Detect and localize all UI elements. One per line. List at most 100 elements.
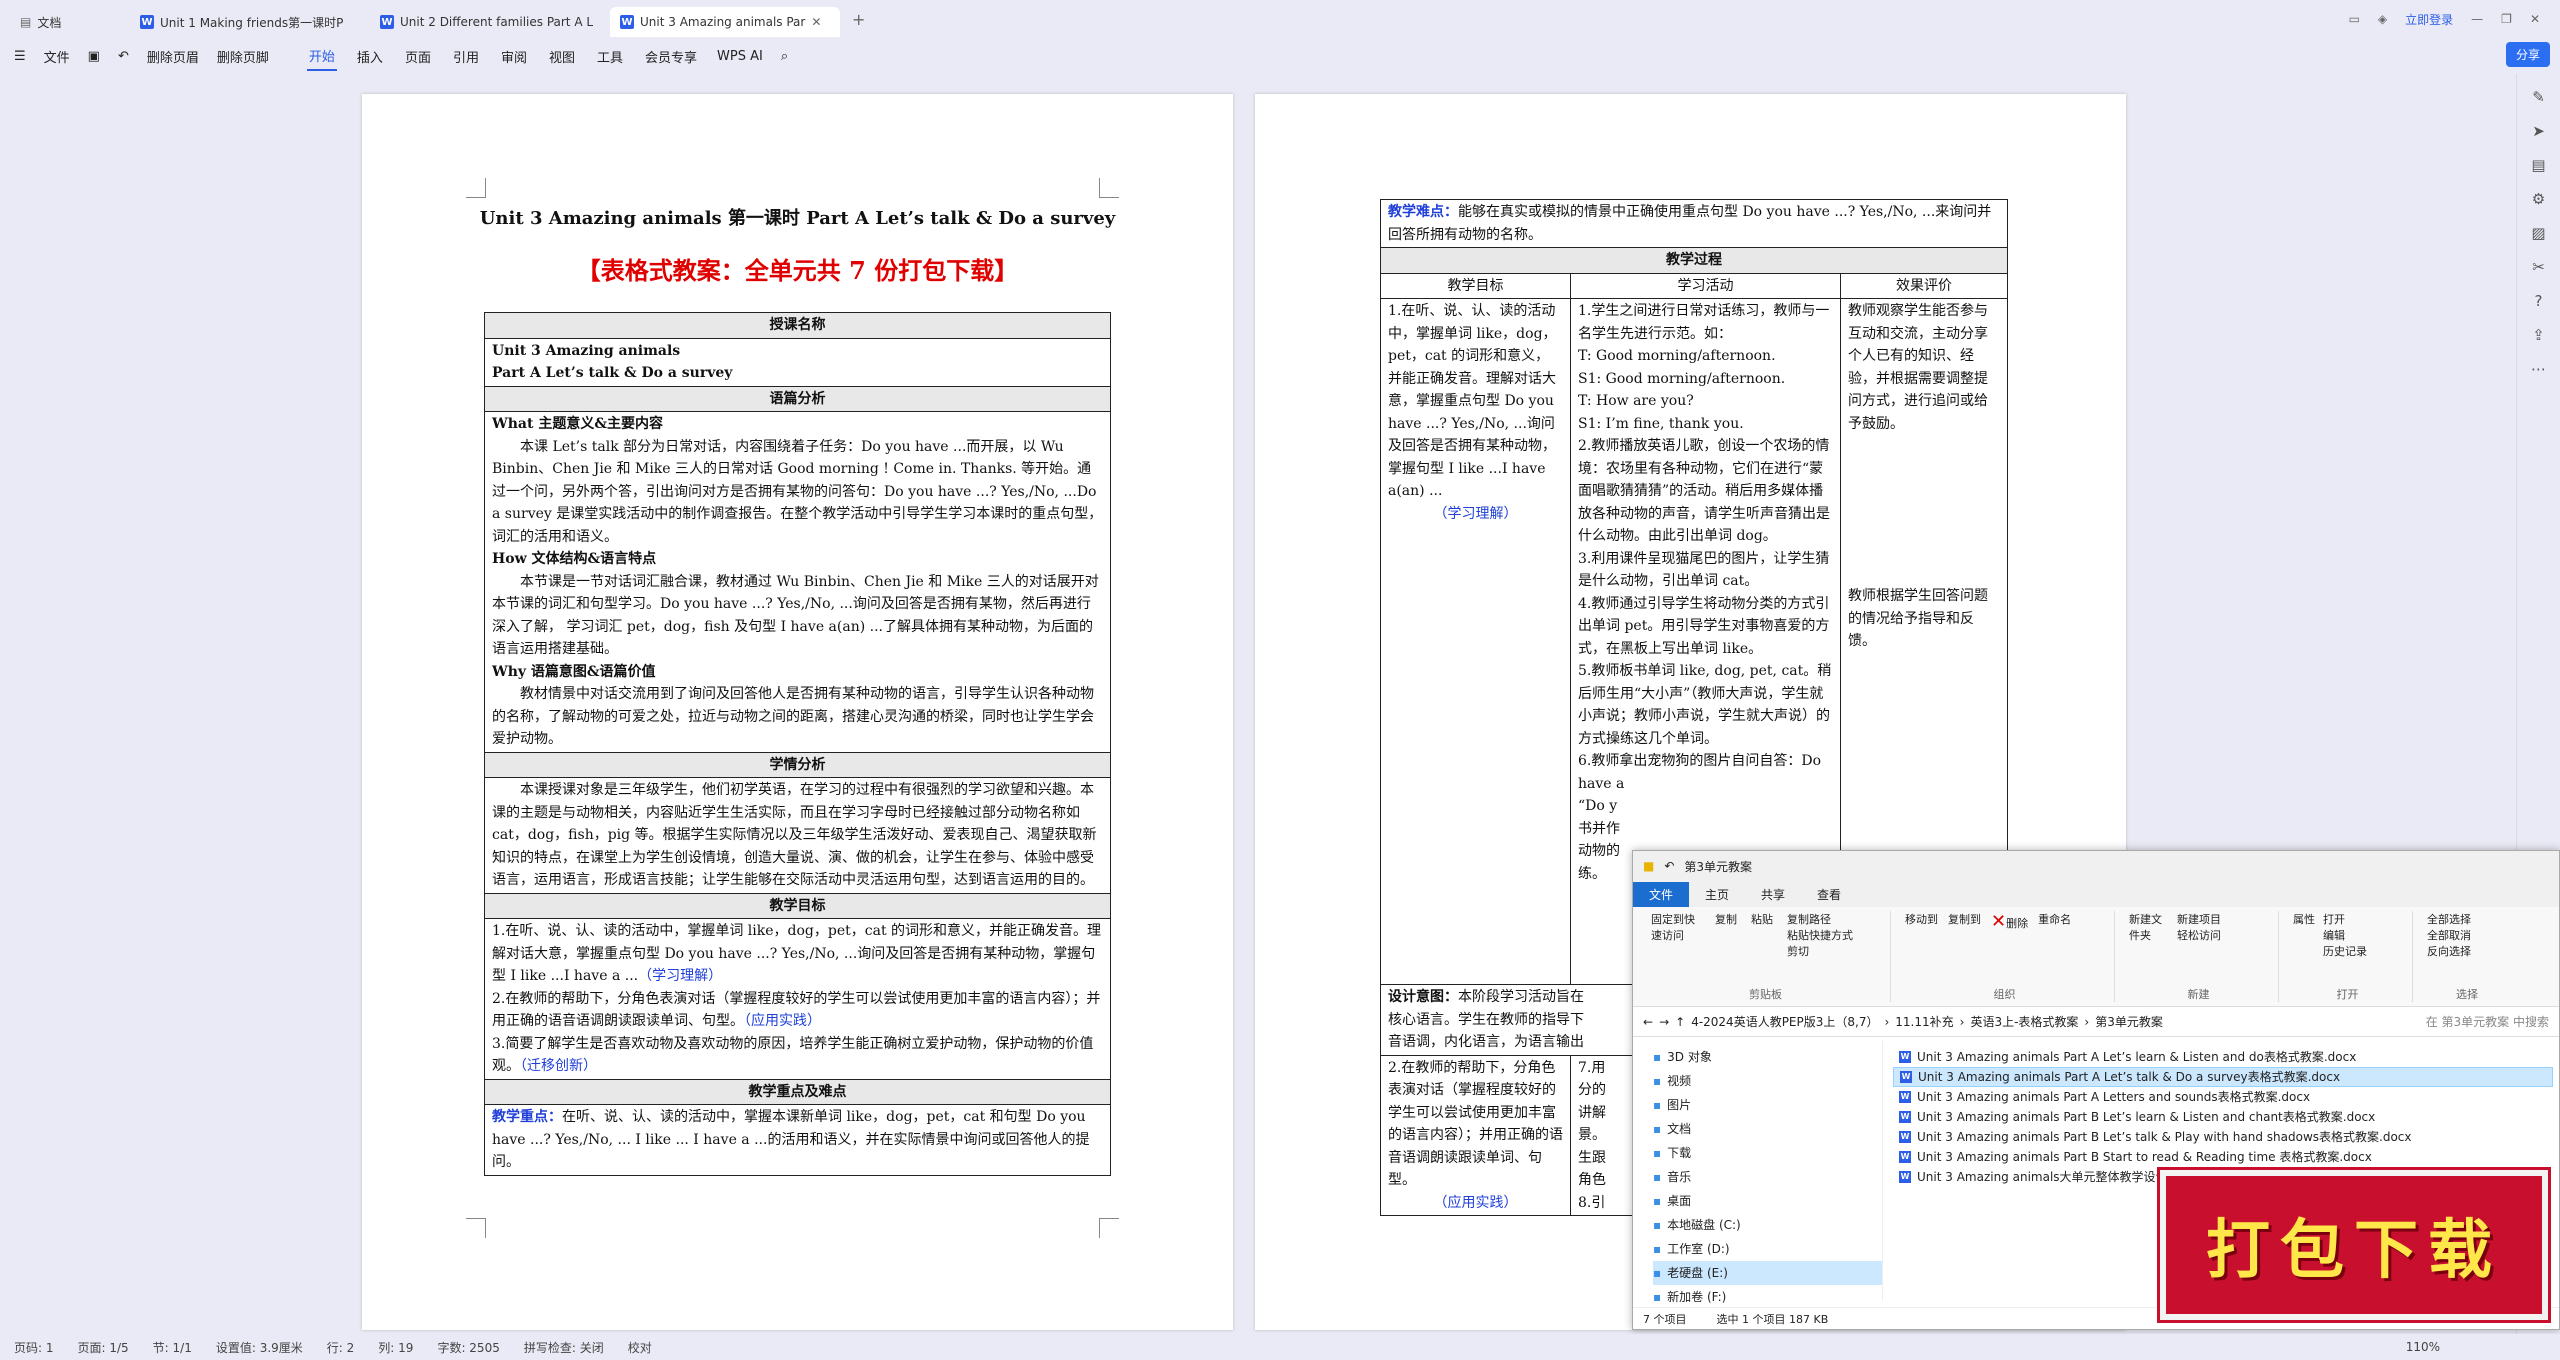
status-proof[interactable]: 校对	[628, 1339, 652, 1356]
delete-button[interactable]: ✕删除	[1991, 911, 2028, 932]
file-row[interactable]: W Unit 3 Amazing animals Part A Letters a…	[1893, 1087, 2553, 1107]
edit-button[interactable]: 编辑	[2323, 927, 2367, 943]
select-none-button[interactable]: 全部取消	[2427, 927, 2507, 943]
menu-view[interactable]: 视图	[547, 43, 577, 70]
rename-button[interactable]: 重命名	[2038, 911, 2071, 932]
nav-item[interactable]: ▪ 视频	[1653, 1069, 1882, 1093]
copy-path-button[interactable]: 复制路径	[1787, 911, 1853, 927]
back-icon[interactable]: ←	[1643, 1015, 1653, 1029]
share-button[interactable]: 分享	[2505, 42, 2550, 67]
difficulty-label: 教学难点：	[1388, 204, 1458, 220]
tab-file[interactable]: 文件	[1633, 881, 1690, 907]
new-folder-button[interactable]: 新建文件夹	[2129, 911, 2169, 943]
select-all-button[interactable]: 全部选择	[2427, 911, 2507, 927]
crumb[interactable]: 11.11补充	[1895, 1013, 1953, 1030]
more-icon[interactable]: ⋯	[2529, 360, 2549, 380]
tab-view[interactable]: 查看	[1801, 882, 1857, 907]
address-bar[interactable]: ← → ↑ 4-2024英语人教PEP版3上（8,7） › 11.11补充 › 英语…	[1633, 1007, 2559, 1037]
menu-member[interactable]: 会员专享	[643, 43, 699, 70]
new-tab-icon[interactable]: +	[852, 10, 865, 29]
tools-icon[interactable]: ✂	[2529, 258, 2549, 278]
crumb[interactable]: 第3单元教案	[2095, 1013, 2163, 1030]
discourse-header: 语篇分析	[484, 385, 1111, 412]
pen-icon[interactable]: ✎	[2529, 88, 2549, 108]
tab-docs[interactable]: ▤ 文档	[10, 7, 130, 37]
paste-shortcut-button[interactable]: 粘贴快捷方式	[1787, 927, 1853, 943]
minimize-icon[interactable]: —	[2471, 12, 2483, 26]
history-button[interactable]: 历史记录	[2323, 943, 2367, 959]
menu-icon[interactable]: ☰	[14, 49, 26, 64]
nav-item[interactable]: ▪ 文档	[1653, 1117, 1882, 1141]
nav-item[interactable]: ▪ 图片	[1653, 1093, 1882, 1117]
file-row[interactable]: W Unit 3 Amazing animals Part B Let’s tal…	[1893, 1127, 2553, 1147]
nav-item[interactable]: ▪ 老硬盘 (E:)	[1653, 1261, 1882, 1285]
status-spell[interactable]: 拼写检查: 关闭	[524, 1339, 604, 1356]
copy-to-button[interactable]: 复制到	[1948, 911, 1981, 932]
search-icon[interactable]: ⌕	[781, 49, 788, 64]
login-link[interactable]: 立即登录	[2405, 11, 2453, 28]
help-icon[interactable]: ?	[2529, 292, 2549, 312]
pin-button[interactable]: 固定到快速访问	[1651, 911, 1701, 959]
undo-icon[interactable]: ↶	[1664, 859, 1674, 873]
word-file-icon: W	[1899, 1091, 1911, 1103]
share-icon[interactable]: ⇪	[2529, 326, 2549, 346]
tab-home[interactable]: 主页	[1689, 882, 1745, 907]
file-row[interactable]: W Unit 3 Amazing animals Part A Let’s lea…	[1893, 1047, 2553, 1067]
nav-item[interactable]: ▪ 音乐	[1653, 1165, 1882, 1189]
undo-icon[interactable]: ↶	[118, 49, 129, 64]
file-row[interactable]: W Unit 3 Amazing animals Part B Let’s lea…	[1893, 1107, 2553, 1127]
copy-button[interactable]: 复制	[1715, 911, 1737, 959]
menu-tools[interactable]: 工具	[595, 43, 625, 70]
goal-cell-text: 1.在听、说、认、读的活动中，掌握单词 like，dog，pet，cat 的词形…	[1388, 303, 1557, 499]
invert-select-button[interactable]: 反向选择	[2427, 943, 2507, 959]
open-button[interactable]: 打开	[2323, 911, 2367, 927]
easy-access-button[interactable]: 轻松访问	[2177, 927, 2221, 943]
nav-item[interactable]: ▪ 下载	[1653, 1141, 1882, 1165]
nav-item[interactable]: ▪ 新加卷 (F:)	[1653, 1285, 1882, 1309]
tablet-icon[interactable]: ▭	[2349, 12, 2360, 26]
forward-icon[interactable]: →	[1659, 1015, 1669, 1029]
close-icon[interactable]: ✕	[811, 15, 821, 29]
menu-insert[interactable]: 插入	[355, 43, 385, 70]
close-window-icon[interactable]: ✕	[2530, 12, 2540, 26]
cursor-icon[interactable]: ➤	[2529, 122, 2549, 142]
menu-page[interactable]: 页面	[403, 43, 433, 70]
nav-item[interactable]: ▪ 本地磁盘 (C:)	[1653, 1213, 1882, 1237]
cut-button[interactable]: 剪切	[1787, 943, 1853, 959]
tab-unit3[interactable]: W Unit 3 Amazing animals Par ✕	[610, 7, 840, 37]
status-words[interactable]: 字数: 2505	[437, 1339, 499, 1356]
delete-header-button[interactable]: 删除页眉	[147, 47, 199, 66]
restore-icon[interactable]: ❐	[2501, 12, 2512, 26]
save-icon[interactable]: ▣	[88, 49, 100, 64]
move-to-button[interactable]: 移动到	[1905, 911, 1938, 932]
tab-share[interactable]: 共享	[1745, 882, 1801, 907]
zoom-level[interactable]: 110%	[2406, 1340, 2440, 1354]
wps-ai-button[interactable]: WPS AI	[717, 49, 763, 64]
menu-start[interactable]: 开始	[306, 42, 337, 71]
file-row[interactable]: W Unit 3 Amazing animals Part A Let’s tal…	[1893, 1067, 2553, 1087]
file-row[interactable]: W Unit 3 Amazing animals Part B Start to …	[1893, 1147, 2553, 1167]
up-icon[interactable]: ↑	[1675, 1015, 1685, 1029]
new-item-button[interactable]: 新建项目	[2177, 911, 2221, 927]
download-promo-badge[interactable]: 打包下载	[2160, 1170, 2548, 1320]
menu-reference[interactable]: 引用	[451, 43, 481, 70]
crumb[interactable]: 英语3上-表格式教案	[1970, 1013, 2078, 1030]
properties-button[interactable]: 属性	[2293, 911, 2315, 959]
file-menu[interactable]: 文件	[44, 47, 70, 66]
eval-2: 教师根据学生回答问题的情况给予指导和反馈。	[1848, 588, 1988, 649]
box-icon[interactable]: ◈	[2378, 12, 2387, 26]
image-icon[interactable]: ▨	[2529, 224, 2549, 244]
tab-unit1[interactable]: W Unit 1 Making friends第一课时P	[130, 7, 370, 37]
nav-item[interactable]: ▪ 工作室 (D:)	[1653, 1237, 1882, 1261]
settings-icon[interactable]: ⚙	[2529, 190, 2549, 210]
nav-item[interactable]: ▪ 3D 对象	[1653, 1045, 1882, 1069]
menu-review[interactable]: 审阅	[499, 43, 529, 70]
nav-item[interactable]: ▪ 桌面	[1653, 1189, 1882, 1213]
paste-button[interactable]: 粘贴	[1751, 911, 1773, 959]
search-box[interactable]: 在 第3单元教案 中搜索	[2426, 1013, 2549, 1030]
clipboard-icon[interactable]: ▤	[2529, 156, 2549, 176]
tab-unit2[interactable]: W Unit 2 Different families Part A L	[370, 7, 610, 37]
delete-footer-button[interactable]: 删除页脚	[217, 47, 269, 66]
crumb[interactable]: 4-2024英语人教PEP版3上（8,7）	[1691, 1013, 1878, 1030]
file-list: W Unit 3 Amazing animals Part A Let’s lea…	[1893, 1047, 2553, 1187]
